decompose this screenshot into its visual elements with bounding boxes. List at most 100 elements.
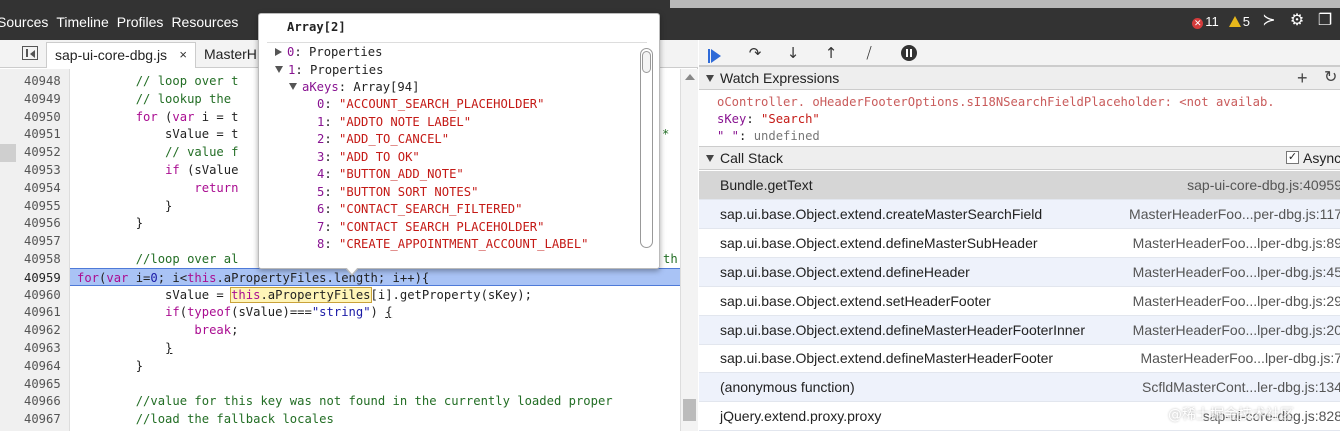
call-frame[interactable]: sap.ui.base.Object.extend.defineMasterHe… [699,344,1340,374]
frame-location[interactable]: sap-ui-core-dbg.js:40959 [1187,171,1340,200]
popover-scrollbar[interactable] [640,48,653,248]
call-frame[interactable]: sap.ui.base.Object.extend.defineMasterHe… [699,315,1340,345]
refresh-icon[interactable]: ↻ [1324,67,1337,89]
call-stack-header[interactable]: Call Stack ✓ Async [699,146,1340,170]
line-number[interactable]: 40951 [24,125,68,143]
resume-button[interactable] [701,44,731,63]
line-number[interactable]: 40950 [24,108,68,126]
collapse-icon [706,75,714,82]
code-line[interactable]: 40962 break; [0,321,680,339]
code-line[interactable]: 40966 //value for this key was not found… [0,392,680,410]
step-over-icon[interactable]: ↷ [745,44,765,62]
file-tab-active[interactable]: sap-ui-core-dbg.js × [46,42,196,68]
code-line[interactable]: 40965 [0,375,680,393]
scrollbar-thumb[interactable] [642,51,651,73]
call-frame[interactable]: sap.ui.base.Object.extend.defineMasterSu… [699,229,1340,258]
scroll-up-icon[interactable] [685,74,695,80]
object-popover[interactable]: Array[2] 0: Properties 1: Properties aKe… [258,13,660,276]
line-number[interactable]: 40948 [24,72,68,90]
add-icon[interactable]: + [1297,67,1308,89]
call-frame[interactable]: sap.ui.base.Object.extend.setHeaderFoote… [699,287,1340,316]
tree-row-1[interactable]: 1: Properties [275,62,383,79]
gear-icon[interactable]: ⚙ [1288,12,1306,30]
watch-expression[interactable]: sKey: "Search" [717,111,820,128]
watch-expressions-header[interactable]: Watch Expressions + ↻ [699,66,1340,90]
console-drawer-icon[interactable]: ≻ [1260,12,1278,30]
line-number[interactable]: 40962 [24,321,68,339]
warning-counter[interactable]: 5 [1228,13,1250,29]
array-item[interactable]: 0: "ACCOUNT_SEARCH_PLACEHOLDER" [317,96,544,113]
tree-row-akeys[interactable]: aKeys: Array[94] [289,79,419,96]
tab-timeline[interactable]: Timeline [56,14,116,30]
step-out-icon[interactable]: ↑ [821,44,841,62]
tab-profiles[interactable]: Profiles [117,14,172,30]
line-number[interactable]: 40954 [24,179,68,197]
watch-expression[interactable]: " ": undefined [717,128,820,145]
line-number[interactable]: 40960 [24,286,68,304]
frame-location[interactable]: MasterHeaderFoo...lper-dbg.js:20 [1133,316,1340,345]
call-frame[interactable]: sap.ui.base.Object.extend.defineHeader Ma… [699,257,1340,287]
array-item[interactable]: 2: "ADD_TO_CANCEL" [317,131,449,148]
line-number[interactable]: 40958 [24,250,68,268]
tab-sources[interactable]: Sources [0,14,56,30]
code-line[interactable]: 40963 } [0,339,680,357]
line-number[interactable]: 40963 [24,339,68,357]
line-number[interactable]: 40967 [24,410,68,428]
editor-scrollbar[interactable] [680,69,698,431]
call-frame[interactable]: sap.ui.base.Object.extend.createMasterSe… [699,199,1340,229]
code-line-current[interactable]: 40959 for(var i=0; i<this.aPropertyFiles.… [24,267,680,286]
line-number[interactable]: 40953 [24,161,68,179]
item-value: "BUTTON SORT NOTES" [339,184,479,199]
play-icon [711,49,721,63]
array-item[interactable]: 3: "ADD TO OK" [317,149,420,166]
item-value: "CREATE_APPOINTMENT_ACCOUNT_LABEL" [339,237,589,251]
array-item[interactable]: 8: "CREATE_APPOINTMENT_ACCOUNT_LABEL" [317,236,589,253]
frame-location[interactable]: ScfldMasterCont...ler-dbg.js:134 [1142,373,1340,402]
line-number[interactable]: 40966 [24,392,68,410]
file-tab-second[interactable]: MasterH [196,42,266,68]
line-number[interactable]: 40957 [24,232,68,250]
close-icon[interactable]: × [179,43,187,67]
call-frame[interactable]: (anonymous function) ScfldMasterCont...le… [699,373,1340,403]
line-number[interactable]: 40949 [24,90,68,108]
error-icon: ✕ [1192,17,1204,29]
pause-on-exceptions-icon[interactable] [901,45,917,61]
code-line[interactable]: 40967 //load the fallback locales [0,410,680,428]
tab-resources[interactable]: Resources [171,14,246,30]
step-into-icon[interactable]: ↓ [783,44,803,62]
frame-location[interactable]: MasterHeaderFoo...lper-dbg.js:29 [1133,287,1340,316]
warning-count: 5 [1242,13,1250,29]
collapse-icon[interactable] [289,83,297,90]
frame-location[interactable]: MasterHeaderFoo...lper-dbg.js:7 [1140,344,1340,373]
frame-location[interactable]: MasterHeaderFoo...lper-dbg.js:45 [1133,258,1340,287]
line-number[interactable]: 40964 [24,357,68,375]
error-counter[interactable]: ✕ 11 [1192,14,1219,29]
array-item[interactable]: 4: "BUTTON_ADD_NOTE" [317,166,464,183]
line-number[interactable]: 40965 [24,375,68,393]
frame-location[interactable]: MasterHeaderFoo...lper-dbg.js:89 [1133,229,1340,258]
array-item[interactable]: 5: "BUTTON SORT NOTES" [317,184,478,201]
dock-icon[interactable]: ❐ [1316,12,1334,30]
expand-icon[interactable] [275,48,282,56]
line-number[interactable]: 40955 [24,197,68,215]
line-number[interactable]: 40959 [24,269,68,287]
line-number[interactable]: 40961 [24,303,68,321]
line-number[interactable]: 40952 [24,143,68,161]
line-number[interactable]: 40956 [24,214,68,232]
code-line[interactable]: 40961 if(typeof(sValue)==="string") { [0,303,680,321]
array-item[interactable]: 1: "ADDTO NOTE LABEL" [317,114,471,131]
tree-row-0[interactable]: 0: Properties [275,44,382,61]
deactivate-breakpoints-icon[interactable]: ⧸ [859,44,879,62]
watch-expression[interactable]: oController. oHeaderFooterOptions.sI18NS… [717,94,1275,111]
async-checkbox[interactable]: ✓ [1286,151,1299,164]
code-line[interactable]: 40960 sValue = this.aPropertyFiles[i].ge… [0,286,680,304]
collapse-icon[interactable] [275,66,283,73]
array-item[interactable]: 6: "CONTACT_SEARCH_FILTERED" [317,201,522,218]
array-item[interactable]: 7: "CONTACT SEARCH PLACEHOLDER" [317,219,544,236]
code-text: for(var i=0; i<this.aPropertyFiles.lengt… [77,270,430,285]
code-line[interactable]: 40964 } [0,357,680,375]
frame-location[interactable]: MasterHeaderFoo...per-dbg.js:117 [1129,200,1340,229]
call-frame-selected[interactable]: Bundle.getText sap-ui-core-dbg.js:40959 [699,171,1340,200]
scrollbar-thumb[interactable] [683,399,696,421]
toggle-navigator-icon[interactable] [22,46,38,60]
